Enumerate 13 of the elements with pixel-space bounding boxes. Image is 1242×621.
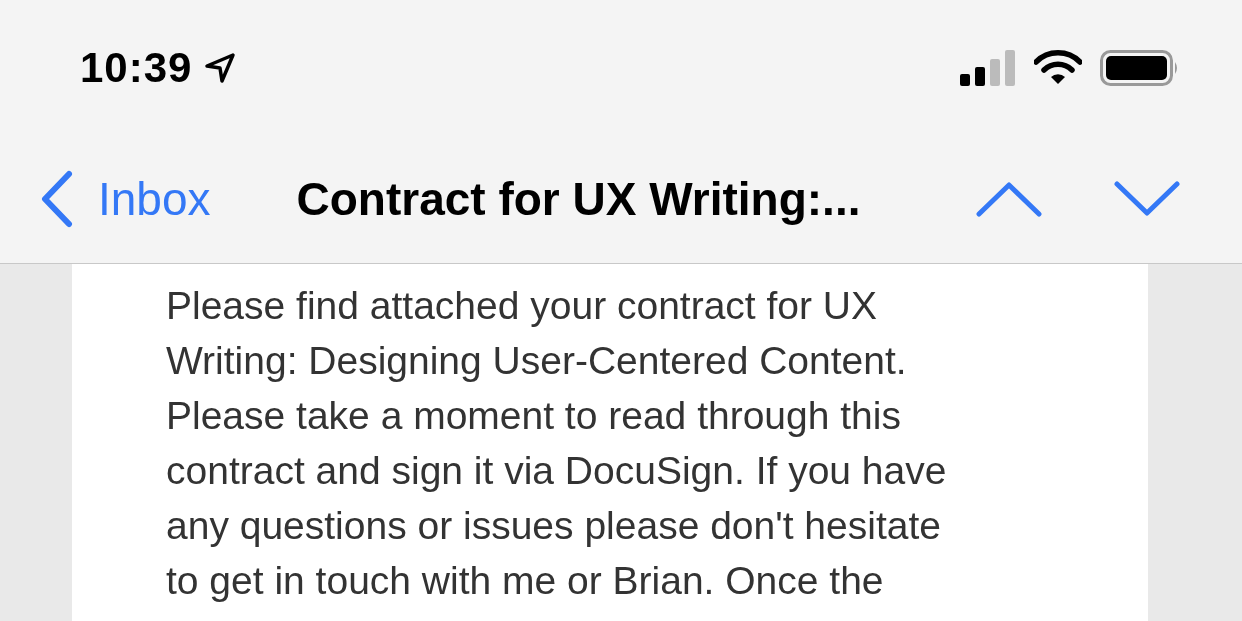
chevron-down-icon bbox=[1114, 181, 1180, 217]
location-arrow-icon bbox=[204, 51, 237, 84]
signal-icon bbox=[960, 49, 1016, 86]
message-subject-title: Contract for UX Writing:... bbox=[296, 172, 861, 226]
wifi-icon bbox=[1034, 49, 1082, 86]
status-time: 10:39 bbox=[80, 43, 193, 92]
back-chevron-icon bbox=[40, 170, 74, 228]
previous-message-button[interactable] bbox=[976, 181, 1042, 217]
battery-icon bbox=[1100, 49, 1180, 86]
next-message-button[interactable] bbox=[1114, 181, 1180, 217]
chevron-up-icon bbox=[976, 181, 1042, 217]
back-button[interactable]: Inbox bbox=[40, 170, 211, 228]
message-body-text: Please find attached your contract for UX Writing: Designing User-Centered Content. Please take a moment to read through this contract and sign it via DocuSign. If you have any questions or issues please don't hesitate to get in touch with me or Brian. Once the bbox=[166, 283, 948, 604]
